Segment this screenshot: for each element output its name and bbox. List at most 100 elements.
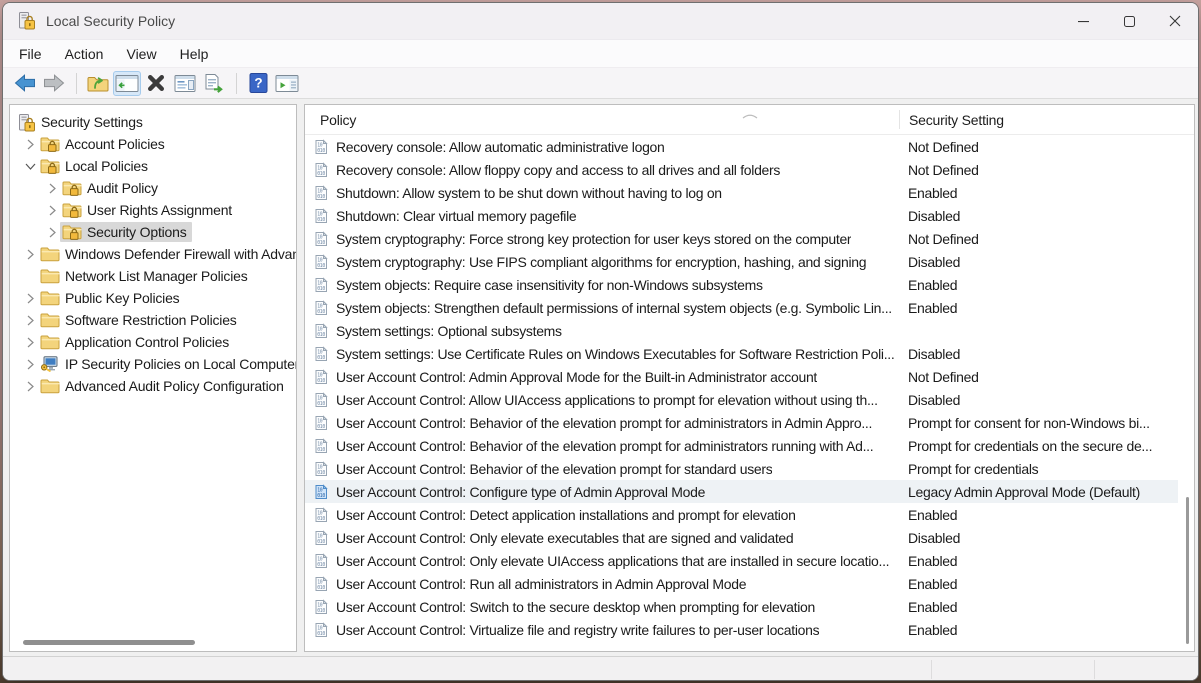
svg-text:10: 10 [317, 372, 323, 378]
tree-item-security-options[interactable]: Security Options [10, 221, 296, 243]
desktop-background: Local Security Policy FileActionViewHelp… [0, 0, 1201, 683]
toolbar-back-button[interactable] [11, 71, 39, 96]
column-header-security-setting[interactable]: Security Setting [899, 110, 1194, 129]
policy-row[interactable]: 10010User Account Control: Configure typ… [305, 480, 1178, 503]
policy-list: 10010Recovery console: Allow automatic a… [305, 135, 1178, 641]
chevron-right-icon[interactable] [44, 180, 60, 196]
policy-row[interactable]: 10010User Account Control: Behavior of t… [305, 434, 1178, 457]
maximize-icon [1124, 16, 1135, 27]
tree-item-label: Windows Defender Firewall with Advan [65, 246, 297, 262]
toolbar-forward-button[interactable] [40, 71, 68, 96]
policy-row[interactable]: 10010System cryptography: Force strong k… [305, 227, 1178, 250]
security-setting-value: Not Defined [899, 369, 1178, 385]
policy-row[interactable]: 10010User Account Control: Detect applic… [305, 503, 1178, 526]
svg-text:?: ? [254, 76, 262, 91]
svg-text:010: 010 [317, 263, 325, 269]
policy-cell: 10010User Account Control: Admin Approva… [305, 369, 899, 385]
content-area: Security Settings Account PoliciesLocal P… [3, 99, 1198, 681]
policy-row[interactable]: 10010System objects: Strengthen default … [305, 296, 1178, 319]
toolbar-show-hide-action-pane-button[interactable] [273, 71, 301, 96]
policy-doc-icon: 10010 [313, 392, 329, 408]
tree-item-advanced-audit-policy-configuration[interactable]: Advanced Audit Policy Configuration [10, 375, 296, 397]
policy-row[interactable]: 10010User Account Control: Run all admin… [305, 572, 1178, 595]
svg-text:10: 10 [317, 556, 323, 562]
security-setting-value: Enabled [899, 277, 1178, 293]
security-setting-value: Not Defined [899, 231, 1178, 247]
svg-text:010: 010 [317, 562, 325, 568]
chevron-right-icon[interactable] [22, 136, 38, 152]
chevron-right-icon[interactable] [22, 246, 38, 262]
policy-row[interactable]: 10010User Account Control: Switch to the… [305, 595, 1178, 618]
policy-cell: 10010User Account Control: Configure typ… [305, 484, 899, 500]
policy-row[interactable]: 10010System cryptography: Use FIPS compl… [305, 250, 1178, 273]
menu-action[interactable]: Action [55, 43, 114, 65]
policy-row[interactable]: 10010Recovery console: Allow automatic a… [305, 135, 1178, 158]
policy-row[interactable]: 10010User Account Control: Only elevate … [305, 549, 1178, 572]
svg-text:10: 10 [317, 349, 323, 355]
policy-row[interactable]: 10010Shutdown: Clear virtual memory page… [305, 204, 1178, 227]
toolbar-export-list-button[interactable] [200, 71, 228, 96]
policy-row[interactable]: 10010System objects: Require case insens… [305, 273, 1178, 296]
toolbar-properties-button[interactable] [171, 71, 199, 96]
minimize-button[interactable] [1060, 3, 1106, 39]
policy-name: System objects: Strengthen default permi… [336, 300, 892, 316]
tree-item-software-restriction-policies[interactable]: Software Restriction Policies [10, 309, 296, 331]
toolbar-up-one-level-button[interactable] [84, 71, 112, 96]
policy-row[interactable]: 10010System settings: Optional subsystem… [305, 319, 1178, 342]
chevron-right-icon[interactable] [22, 356, 38, 372]
chevron-right-icon[interactable] [22, 334, 38, 350]
policy-row[interactable]: 10010 User Account Control: Allow UIAcces… [305, 388, 1178, 411]
policy-row[interactable]: 10010User Account Control: Only elevate … [305, 526, 1178, 549]
column-header-policy[interactable]: Policy [305, 112, 899, 128]
policy-row[interactable]: 10010System settings: Use Certificate Ru… [305, 342, 1178, 365]
policy-name: User Account Control: Behavior of the el… [336, 438, 873, 454]
chevron-right-icon[interactable] [22, 290, 38, 306]
tree-item-security-settings[interactable]: Security Settings [10, 111, 296, 133]
toolbar-delete-button[interactable] [142, 71, 170, 96]
chevron-right-icon[interactable] [44, 224, 60, 240]
policy-row[interactable]: 10010User Account Control: Behavior of t… [305, 457, 1178, 480]
tree-item-ip-security-policies-on-local-computer[interactable]: IP Security Policies on Local Computer [10, 353, 296, 375]
menu-view[interactable]: View [116, 43, 166, 65]
menu-file[interactable]: File [9, 43, 52, 65]
tree-item-audit-policy[interactable]: Audit Policy [10, 177, 296, 199]
tree-item-public-key-policies[interactable]: Public Key Policies [10, 287, 296, 309]
svg-text:10: 10 [317, 234, 323, 240]
chevron-right-icon[interactable] [22, 312, 38, 328]
policy-row[interactable]: 10010Recovery console: Allow floppy copy… [305, 158, 1178, 181]
policy-name: User Account Control: Allow UIAccess app… [336, 392, 878, 408]
policy-row[interactable]: 10010User Account Control: Admin Approva… [305, 365, 1178, 388]
policy-name: System cryptography: Force strong key pr… [336, 231, 851, 247]
chevron-right-icon[interactable] [44, 202, 60, 218]
tree-item-account-policies[interactable]: Account Policies [10, 133, 296, 155]
tree-item-application-control-policies[interactable]: Application Control Policies [10, 331, 296, 353]
policy-row[interactable]: 10010User Account Control: Virtualize fi… [305, 618, 1178, 641]
chevron-down-icon[interactable] [22, 158, 38, 174]
policy-name: Shutdown: Clear virtual memory pagefile [336, 208, 576, 224]
tree-item-label: Security Settings [41, 114, 143, 130]
security-setting-value: Not Defined [899, 162, 1178, 178]
policy-row[interactable]: 10010Shutdown: Allow system to be shut d… [305, 181, 1178, 204]
horizontal-scrollbar-thumb[interactable] [23, 640, 195, 645]
svg-text:010: 010 [317, 401, 325, 407]
security-setting-value: Legacy Admin Approval Mode (Default) [899, 484, 1178, 500]
tree-item-label: Application Control Policies [65, 334, 229, 350]
toolbar-show-hide-console-tree-button[interactable] [113, 71, 141, 96]
tree-item-windows-defender-firewall-with-advan[interactable]: Windows Defender Firewall with Advan [10, 243, 296, 265]
toolbar-help-button[interactable]: ? [244, 71, 272, 96]
close-button[interactable] [1152, 3, 1198, 39]
policy-cell: 10010System cryptography: Use FIPS compl… [305, 254, 899, 270]
policy-row[interactable]: 10010User Account Control: Behavior of t… [305, 411, 1178, 434]
svg-text:010: 010 [317, 516, 325, 522]
svg-text:10: 10 [317, 188, 323, 194]
help-icon: ? [249, 73, 268, 93]
tree-item-network-list-manager-policies[interactable]: Network List Manager Policies [10, 265, 296, 287]
tree-item-user-rights-assignment[interactable]: User Rights Assignment [10, 199, 296, 221]
vertical-scrollbar-thumb[interactable] [1186, 497, 1189, 644]
properties-icon [174, 74, 196, 93]
tree-item-local-policies[interactable]: Local Policies [10, 155, 296, 177]
menu-help[interactable]: Help [170, 43, 219, 65]
chevron-right-icon[interactable] [22, 378, 38, 394]
policy-cell: 10010Shutdown: Allow system to be shut d… [305, 185, 899, 201]
maximize-button[interactable] [1106, 3, 1152, 39]
